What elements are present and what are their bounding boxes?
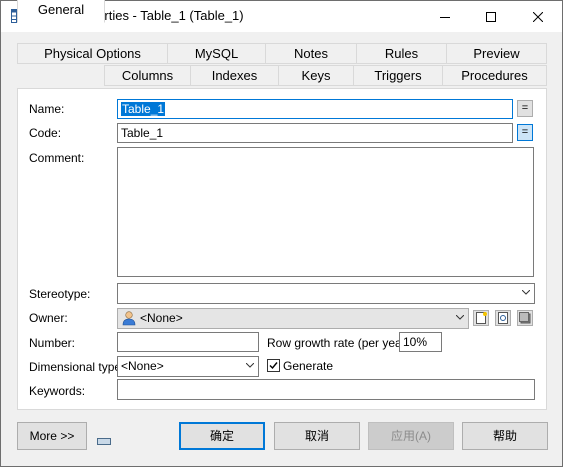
- chevron-down-icon: [522, 290, 530, 295]
- keywords-field[interactable]: [117, 379, 535, 400]
- code-field[interactable]: Table_1: [117, 123, 513, 143]
- dialog-window: Table Properties - Table_1 (Table_1) Phy…: [0, 0, 563, 467]
- tab-triggers[interactable]: Triggers: [353, 65, 443, 86]
- owner-label: Owner:: [29, 311, 68, 325]
- dimensional-type-label: Dimensional type:: [29, 360, 125, 374]
- tab-procedures[interactable]: Procedures: [442, 65, 547, 86]
- help-button[interactable]: 帮助: [462, 422, 548, 450]
- maximize-icon: [486, 11, 496, 22]
- chevron-down-icon: [456, 315, 464, 320]
- minimize-button[interactable]: [422, 1, 468, 32]
- resize-handle[interactable]: [97, 438, 111, 445]
- tab-rules[interactable]: Rules: [356, 43, 447, 64]
- row-growth-field[interactable]: 10%: [399, 332, 442, 352]
- name-label: Name:: [29, 102, 65, 116]
- name-field[interactable]: Table_1: [117, 99, 513, 119]
- minimize-icon: [440, 16, 450, 18]
- generate-checkbox[interactable]: [267, 359, 280, 372]
- number-field[interactable]: [117, 332, 259, 352]
- dimensional-type-value: <None>: [121, 359, 164, 373]
- row-growth-label: Row growth rate (per year):: [267, 336, 414, 350]
- browse-icon: [498, 312, 508, 324]
- select-owner-button[interactable]: [495, 310, 511, 326]
- keywords-label: Keywords:: [29, 384, 86, 398]
- close-button[interactable]: [515, 1, 561, 32]
- user-icon: [122, 311, 136, 326]
- more-button[interactable]: More >>: [17, 422, 87, 450]
- name-value: Table_1: [121, 102, 166, 116]
- properties-icon: [519, 312, 531, 324]
- cancel-button[interactable]: 取消: [274, 422, 360, 450]
- checkmark-icon: [269, 362, 278, 370]
- tab-general[interactable]: General: [17, 0, 105, 23]
- code-label: Code:: [29, 126, 62, 140]
- apply-button[interactable]: 应用(A): [368, 422, 454, 450]
- new-document-icon: [476, 312, 487, 324]
- owner-combo[interactable]: <None>: [117, 308, 469, 329]
- chevron-down-icon: [246, 363, 254, 368]
- tab-preview[interactable]: Preview: [446, 43, 547, 64]
- tab-keys[interactable]: Keys: [278, 65, 354, 86]
- tab-notes[interactable]: Notes: [265, 43, 357, 64]
- close-icon: [533, 11, 543, 22]
- ok-button[interactable]: 确定: [179, 422, 265, 450]
- maximize-button[interactable]: [468, 1, 514, 32]
- owner-properties-button[interactable]: [517, 310, 533, 326]
- tab-indexes[interactable]: Indexes: [190, 65, 279, 86]
- tab-physical-options[interactable]: Physical Options: [17, 43, 168, 64]
- generate-label: Generate: [283, 359, 334, 373]
- stereotype-label: Stereotype:: [29, 287, 91, 301]
- comment-textarea[interactable]: [117, 147, 534, 277]
- code-equals-button[interactable]: =: [517, 124, 533, 141]
- create-owner-button[interactable]: [473, 310, 489, 326]
- number-label: Number:: [29, 336, 76, 350]
- name-equals-button[interactable]: =: [517, 100, 533, 117]
- comment-label: Comment:: [29, 151, 85, 165]
- stereotype-combo[interactable]: [117, 283, 535, 304]
- tab-mysql[interactable]: MySQL: [167, 43, 266, 64]
- tab-columns[interactable]: Columns: [104, 65, 191, 86]
- dimensional-type-combo[interactable]: <None>: [117, 356, 259, 377]
- owner-value: <None>: [140, 311, 183, 325]
